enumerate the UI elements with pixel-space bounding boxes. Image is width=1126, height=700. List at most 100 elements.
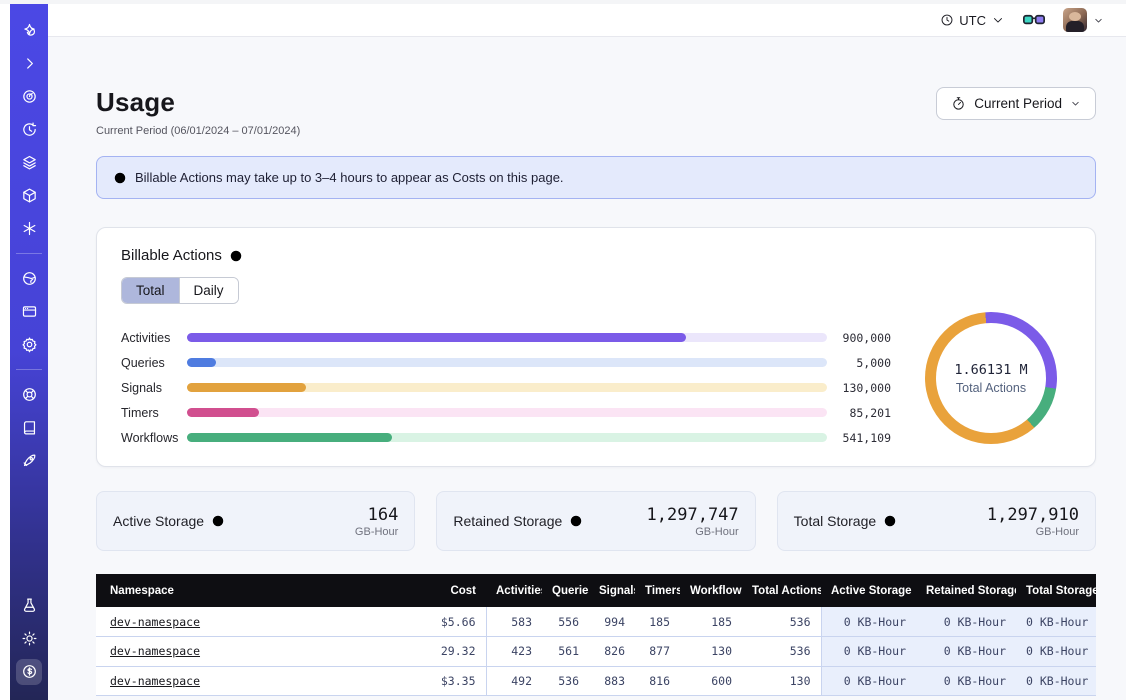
info-icon[interactable] — [569, 514, 583, 528]
column-header-signals: Signals — [589, 574, 635, 607]
table-row: dev-namespace29.324235618268771305360 KB… — [96, 637, 1096, 667]
retained-storage-unit: GB-Hour — [647, 526, 739, 538]
clock-icon — [940, 13, 954, 27]
layers-stack-icon[interactable] — [16, 150, 42, 176]
cell-retained_storage: 0 KB-Hour — [916, 666, 1016, 696]
theme-sun-icon — [21, 630, 38, 647]
cell-signals: 994 — [589, 607, 635, 637]
total-storage-value: 1,297,910 — [987, 505, 1079, 525]
cell-retained_storage: 0 KB-Hour — [916, 637, 1016, 667]
lab-flask-icon[interactable] — [16, 593, 42, 619]
layers-stack-icon — [21, 154, 38, 171]
app-frame: UTC Usage Current Period (06/01/2024 – 0… — [0, 0, 1126, 700]
support-lifebuoy-icon — [21, 386, 38, 403]
timezone-selector[interactable]: UTC — [940, 13, 1005, 28]
cell-total_storage: 0 KB-Hour — [1016, 666, 1096, 696]
sidebar-divider — [16, 253, 42, 254]
cell-activities: 492 — [486, 666, 542, 696]
cell-timers: 185 — [635, 607, 680, 637]
table-row: dev-namespace$3.354925368838166001300 KB… — [96, 666, 1096, 696]
cell-total_actions: 536 — [742, 607, 821, 637]
browser-window-icon[interactable] — [16, 299, 42, 325]
active-storage-label: Active Storage — [113, 513, 225, 529]
settings-gear-icon[interactable] — [16, 332, 42, 358]
namespace-usage-table: NamespaceCostActivitiesQueriesSignalsTim… — [96, 574, 1096, 696]
chevron-down-icon — [991, 13, 1005, 27]
info-icon[interactable] — [211, 514, 225, 528]
active-storage-value: 164 — [355, 505, 398, 525]
cell-active_storage: 0 KB-Hour — [821, 607, 916, 637]
bar-value: 85,201 — [827, 406, 891, 420]
billable-actions-bar-chart: Activities900,000Queries5,000Signals130,… — [121, 325, 891, 450]
chevron-down-icon — [1093, 15, 1104, 26]
bar-track — [187, 383, 827, 392]
bar-row-activities: Activities900,000 — [121, 325, 891, 350]
namespace-link[interactable]: dev-namespace — [110, 674, 200, 688]
namespaces-spiral-icon[interactable] — [16, 84, 42, 110]
expand-chevron-icon[interactable] — [16, 51, 42, 77]
getting-started-rocket-icon — [21, 452, 38, 469]
donut-ring: 1.66131 M Total Actions — [925, 312, 1057, 444]
bar-row-queries: Queries5,000 — [121, 350, 891, 375]
cell-retained_storage: 0 KB-Hour — [916, 607, 1016, 637]
total-storage-card: Total Storage 1,297,910 GB-Hour — [777, 491, 1096, 551]
namespace-link[interactable]: dev-namespace — [110, 615, 200, 629]
cell-active_storage: 0 KB-Hour — [821, 637, 916, 667]
table-body: dev-namespace$5.665835569941851855360 KB… — [96, 607, 1096, 696]
info-banner: Billable Actions may take up to 3–4 hour… — [96, 156, 1096, 199]
banner-text: Billable Actions may take up to 3–4 hour… — [135, 170, 564, 185]
glasses-icon[interactable] — [1023, 12, 1045, 28]
cell-activities: 423 — [486, 637, 542, 667]
table-row: dev-namespace$5.665835569941851855360 KB… — [96, 607, 1096, 637]
support-lifebuoy-icon[interactable] — [16, 382, 42, 408]
cell-workflows: 185 — [680, 607, 742, 637]
deployments-cube-icon[interactable] — [16, 183, 42, 209]
bar-label: Queries — [121, 356, 187, 370]
cell-workflows: 600 — [680, 666, 742, 696]
nexus-asterisk-icon[interactable] — [16, 216, 42, 242]
info-icon[interactable] — [883, 514, 897, 528]
cell-cost: 29.32 — [406, 637, 486, 667]
cell-namespace: dev-namespace — [96, 666, 406, 696]
docs-book-icon[interactable] — [16, 415, 42, 441]
user-menu[interactable] — [1063, 8, 1104, 32]
billing-dollar-icon — [21, 663, 38, 680]
total-actions-label: Total Actions — [956, 381, 1026, 395]
bar-label: Workflows — [121, 431, 187, 445]
billable-actions-card: Billable Actions TotalDaily Activities90… — [96, 227, 1096, 467]
total-actions-donut-chart: 1.66131 M Total Actions — [925, 312, 1057, 444]
timezone-label: UTC — [959, 13, 986, 28]
temporal-logo-icon[interactable] — [16, 18, 42, 44]
bar-label: Signals — [121, 381, 187, 395]
cell-cost: $5.66 — [406, 607, 486, 637]
info-icon — [113, 171, 127, 185]
tab-total[interactable]: Total — [122, 278, 179, 303]
bar-label: Activities — [121, 331, 187, 345]
getting-started-rocket-icon[interactable] — [16, 448, 42, 474]
usage-globe-icon[interactable] — [16, 266, 42, 292]
bar-track — [187, 358, 827, 367]
period-select-button[interactable]: Current Period — [936, 87, 1096, 120]
info-icon[interactable] — [229, 249, 243, 263]
stopwatch-icon — [951, 96, 966, 111]
total-storage-unit: GB-Hour — [987, 526, 1079, 538]
theme-sun-icon[interactable] — [16, 626, 42, 652]
cell-total_storage: 0 KB-Hour — [1016, 607, 1096, 637]
cell-total_actions: 536 — [742, 637, 821, 667]
billing-dollar-icon[interactable] — [16, 659, 42, 685]
schedules-clock-icon — [21, 121, 38, 138]
column-header-total-storage: Total Storage — [1016, 574, 1096, 607]
namespace-link[interactable]: dev-namespace — [110, 644, 200, 658]
total-storage-label: Total Storage — [794, 513, 898, 529]
browser-window-icon — [21, 303, 38, 320]
page-header: Usage Current Period (06/01/2024 – 07/01… — [96, 87, 1096, 137]
period-button-label: Current Period — [974, 96, 1062, 111]
schedules-clock-icon[interactable] — [16, 117, 42, 143]
cell-cost: $3.35 — [406, 666, 486, 696]
cell-namespace: dev-namespace — [96, 607, 406, 637]
cell-queries: 536 — [542, 666, 589, 696]
bar-fill — [187, 333, 686, 342]
tab-daily[interactable]: Daily — [179, 278, 238, 303]
temporal-logo-icon — [21, 22, 38, 39]
cell-queries: 556 — [542, 607, 589, 637]
